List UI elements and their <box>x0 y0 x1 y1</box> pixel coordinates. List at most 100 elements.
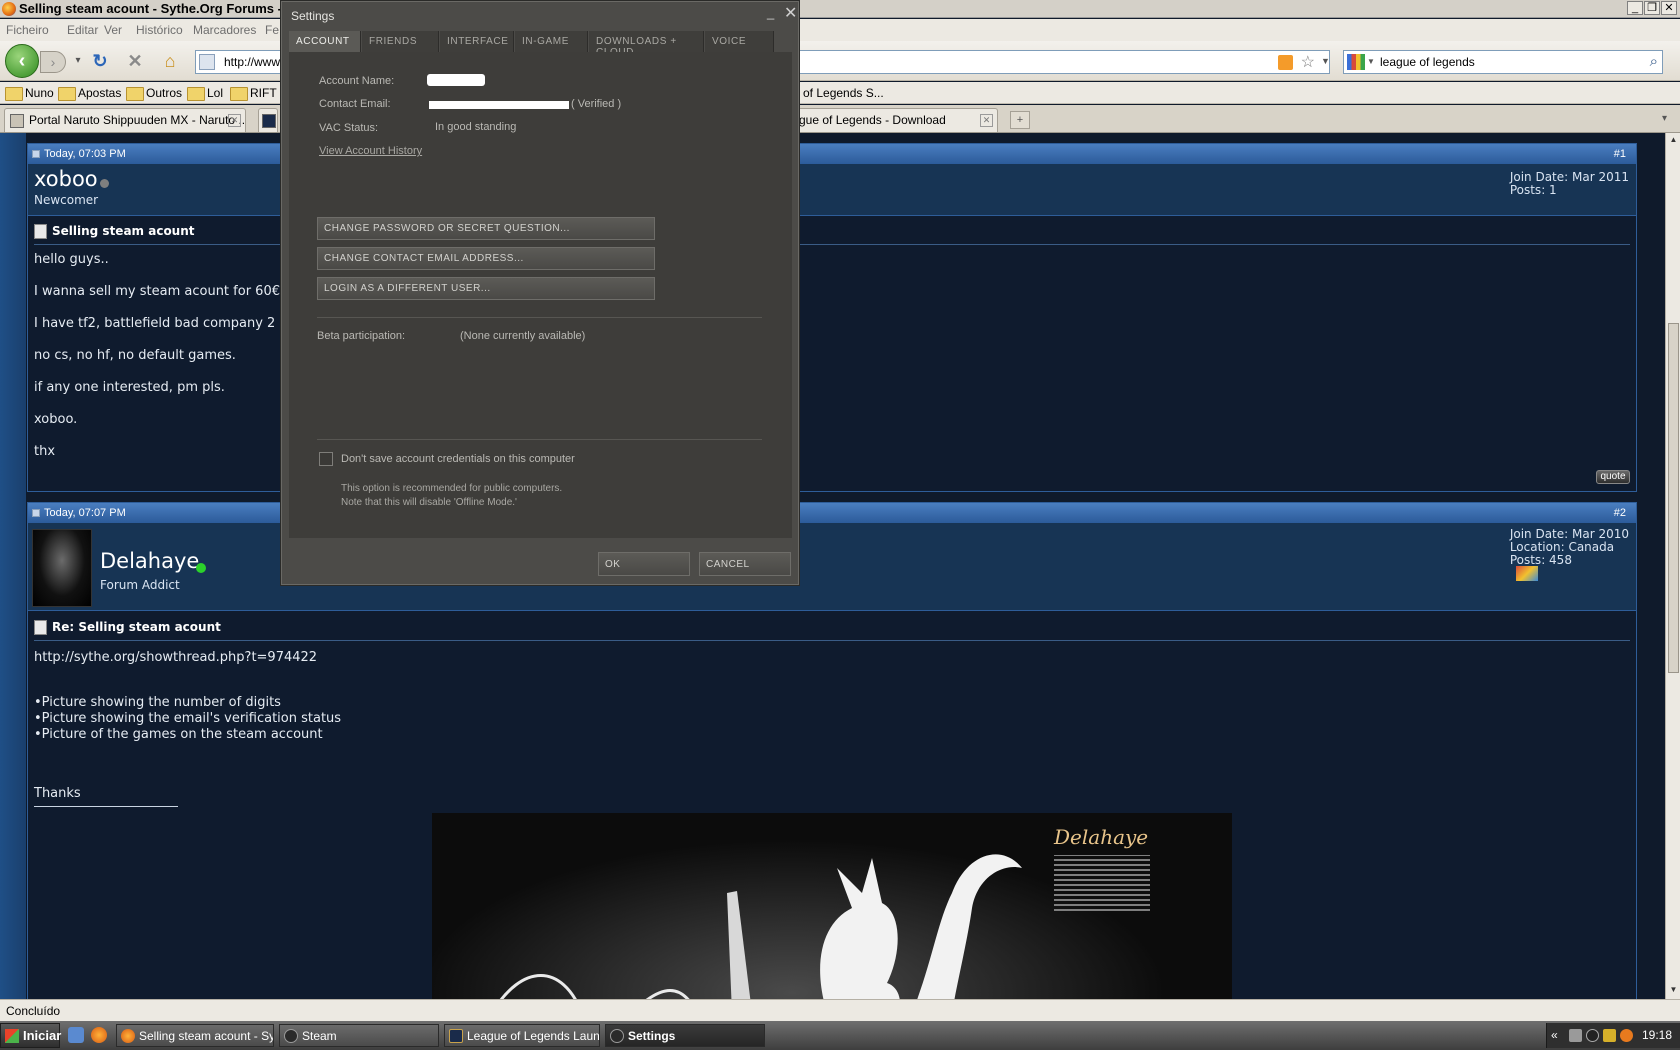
post-number-link[interactable]: #1 <box>1614 148 1626 160</box>
username-link[interactable]: Delahaye <box>100 549 199 573</box>
search-box[interactable]: ▼ league of legends ⌕ <box>1343 50 1663 74</box>
cancel-button[interactable]: CANCEL <box>699 552 791 576</box>
show-hidden-icons-icon[interactable]: « <box>1551 1028 1558 1042</box>
quicklaunch-ie-icon[interactable] <box>68 1027 84 1043</box>
new-tab-icon[interactable]: + <box>1010 111 1030 129</box>
page-scrollbar[interactable]: ▲ ▼ <box>1665 133 1680 999</box>
menu-ficheiro[interactable]: Ficheiro <box>6 23 49 37</box>
tab-naruto[interactable]: Portal Naruto Shippuuden MX - Naruto ...… <box>4 108 246 132</box>
list-all-tabs-icon[interactable]: ▾ <box>1662 113 1667 124</box>
history-dropdown-icon[interactable]: ▾ <box>67 50 89 72</box>
post-text-line: •Picture of the games on the steam accou… <box>34 727 323 742</box>
address-text: http://www <box>224 55 281 69</box>
post-text-line: xoboo. <box>34 412 78 427</box>
tab-friends[interactable]: FRIENDS <box>362 31 439 52</box>
menu-editar[interactable]: Editar <box>67 23 98 37</box>
site-identity-icon[interactable] <box>199 54 215 70</box>
dont-save-credentials-label[interactable]: Don't save account credentials on this c… <box>341 453 575 465</box>
start-button[interactable]: Iniciar <box>0 1023 61 1048</box>
task-label: Steam <box>302 1029 337 1043</box>
post-count: Posts: 1 <box>1509 183 1557 197</box>
minimize-window-button[interactable]: _ <box>1627 1 1643 15</box>
tab-in-game[interactable]: IN-GAME <box>515 31 588 52</box>
menu-historico[interactable]: Histórico <box>136 23 183 37</box>
scrollbar-thumb[interactable] <box>1668 323 1679 673</box>
tab-account[interactable]: ACCOUNT <box>289 31 361 52</box>
clock: 19:18 <box>1641 1028 1672 1042</box>
forward-arrow-icon[interactable]: › <box>40 51 66 73</box>
tab-league-of-legends[interactable] <box>258 108 278 132</box>
scroll-up-icon[interactable]: ▲ <box>1668 135 1679 147</box>
post-divider <box>34 640 1630 641</box>
minimize-dialog-icon[interactable]: _ <box>767 5 774 20</box>
dont-save-credentials-checkbox[interactable] <box>319 452 333 466</box>
bookmark-league-of-legends[interactable]: of Legends S... <box>803 86 884 100</box>
bookmark-outros[interactable]: Outros <box>126 86 182 101</box>
firefox-icon <box>2 2 16 16</box>
close-tab-icon[interactable]: ✕ <box>228 114 241 127</box>
post-icon <box>32 150 40 158</box>
rss-feed-icon[interactable] <box>1278 55 1293 70</box>
scroll-down-icon[interactable]: ▼ <box>1668 985 1679 997</box>
bookmark-apostas[interactable]: Apostas <box>58 86 121 101</box>
taskbar-settings[interactable]: Settings <box>605 1024 765 1047</box>
url-dropdown-icon[interactable]: ▼ <box>1321 56 1330 66</box>
post-number-link[interactable]: #2 <box>1614 507 1626 519</box>
login-different-user-button[interactable]: LOGIN AS A DIFFERENT USER... <box>317 277 655 300</box>
bookmark-lol[interactable]: Lol <box>187 86 223 101</box>
user-badge-icon <box>1516 566 1538 581</box>
tab-label: Portal Naruto Shippuuden MX - Naruto ... <box>29 113 246 127</box>
avatar[interactable] <box>32 529 92 607</box>
search-engine-dropdown-icon[interactable]: ▼ <box>1367 57 1375 66</box>
menu-marcadores[interactable]: Marcadores <box>193 23 256 37</box>
tab-league-download[interactable]: gue of Legends - Download ✕ <box>796 108 998 132</box>
tray-avast-icon[interactable] <box>1620 1029 1633 1042</box>
post-icon <box>32 509 40 517</box>
ok-button[interactable]: OK <box>598 552 690 576</box>
taskbar-firefox[interactable]: Selling steam acount - Sy... <box>116 1024 274 1047</box>
tray-network-icon[interactable] <box>1569 1029 1582 1042</box>
menu-ver[interactable]: Ver <box>104 23 122 37</box>
user-stats: Join Date: Mar 2010 Location: Canada Pos… <box>1510 528 1629 567</box>
taskbar-steam[interactable]: Steam <box>279 1024 439 1047</box>
league-of-legends-favicon <box>262 114 276 128</box>
tab-bar: Portal Naruto Shippuuden MX - Naruto ...… <box>0 105 1680 133</box>
menu-ferramentas[interactable]: Fe <box>265 23 279 37</box>
back-arrow-icon[interactable]: ‹ <box>5 44 39 78</box>
firefox-icon <box>121 1029 135 1043</box>
section-divider <box>317 317 762 318</box>
tab-interface[interactable]: INTERFACE <box>440 31 514 52</box>
home-icon[interactable]: ⌂ <box>159 50 181 72</box>
view-account-history-link[interactable]: View Account History <box>319 145 422 157</box>
task-label: League of Legends Laun... <box>467 1029 600 1043</box>
tray-steam-icon[interactable] <box>1586 1029 1599 1042</box>
stop-icon[interactable]: ✕ <box>124 50 146 72</box>
user-title: Forum Addict <box>100 578 180 592</box>
tab-voice[interactable]: VOICE <box>705 31 774 52</box>
close-window-button[interactable]: ✕ <box>1661 1 1677 15</box>
change-password-button[interactable]: CHANGE PASSWORD OR SECRET QUESTION... <box>317 217 655 240</box>
bookmark-star-icon[interactable]: ☆ <box>1301 52 1315 72</box>
thread-link[interactable]: http://sythe.org/showthread.php?t=974422 <box>34 650 317 665</box>
quote-button[interactable]: quote <box>1596 470 1630 484</box>
quicklaunch-firefox-icon[interactable] <box>91 1027 107 1043</box>
bookmark-rift[interactable]: RIFT b <box>230 86 286 101</box>
post-text-line: hello guys.. <box>34 252 109 267</box>
close-dialog-icon[interactable]: ✕ <box>784 3 797 23</box>
google-search-engine-icon[interactable] <box>1347 54 1365 70</box>
maximize-window-button[interactable]: ❐ <box>1644 1 1660 15</box>
league-of-legends-icon <box>449 1029 463 1043</box>
bookmark-nuno[interactable]: Nuno <box>5 86 54 101</box>
username-link[interactable]: xoboo <box>34 167 98 191</box>
close-tab-icon[interactable]: ✕ <box>980 114 993 127</box>
search-icon[interactable]: ⌕ <box>1650 53 1658 70</box>
settings-tabs: ACCOUNT FRIENDS INTERFACE IN-GAME DOWNLO… <box>289 31 786 58</box>
change-email-button[interactable]: CHANGE CONTACT EMAIL ADDRESS... <box>317 247 655 270</box>
tab-downloads-cloud[interactable]: DOWNLOADS + CLOUD <box>589 31 704 58</box>
reload-icon[interactable]: ↻ <box>89 50 111 72</box>
credentials-note-line: This option is recommended for public co… <box>341 483 563 494</box>
tray-security-icon[interactable] <box>1603 1029 1616 1042</box>
tab-favicon <box>10 114 24 128</box>
taskbar-lol-launcher[interactable]: League of Legends Laun... <box>444 1024 600 1047</box>
contact-email-label: Contact Email: <box>319 98 391 110</box>
